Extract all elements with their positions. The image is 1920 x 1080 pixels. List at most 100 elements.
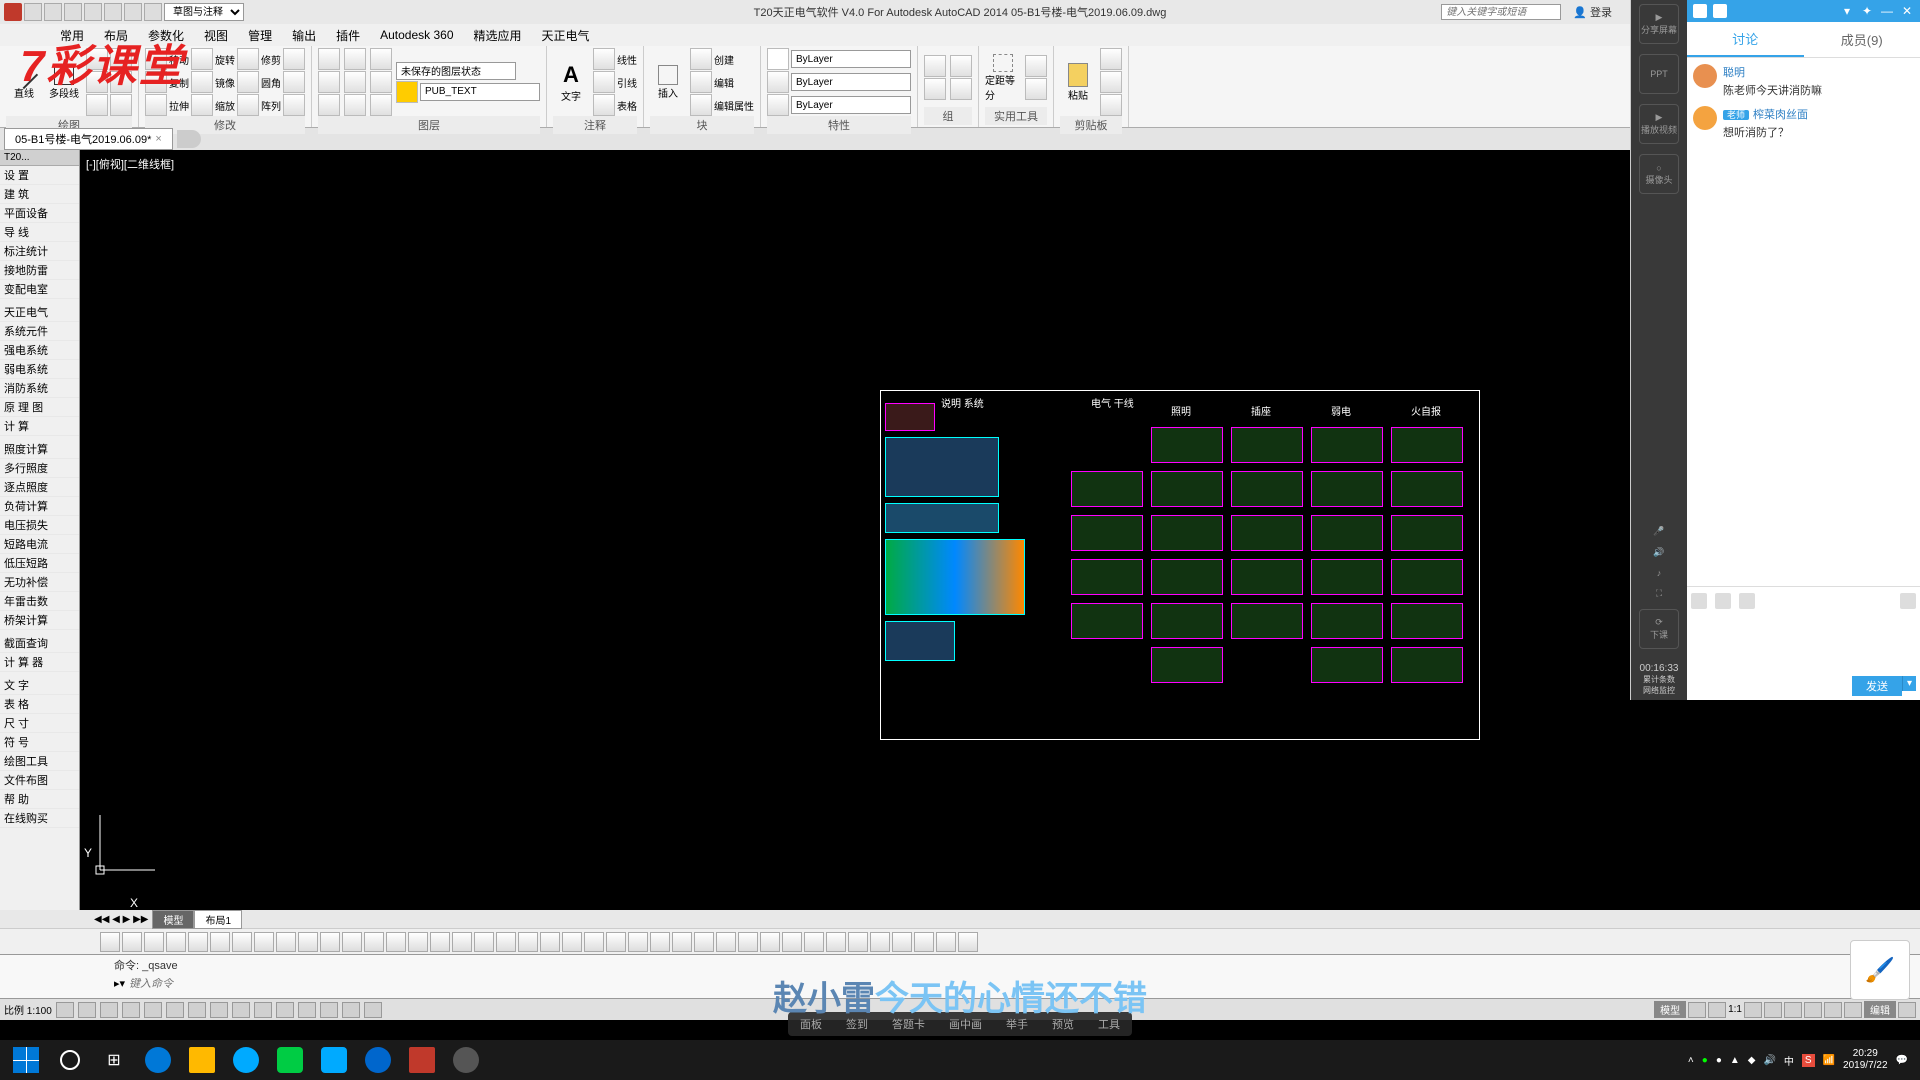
cortana-button[interactable] [48, 1042, 92, 1078]
palette-item[interactable]: 天正电气 [0, 303, 79, 322]
match-props[interactable] [1100, 94, 1122, 116]
palette-item[interactable]: 计 算 器 [0, 653, 79, 672]
status-btn[interactable] [1784, 1002, 1802, 1018]
palette-item[interactable]: 符 号 [0, 733, 79, 752]
app-icon[interactable] [4, 3, 22, 21]
color-select[interactable] [791, 50, 911, 68]
palette-item[interactable]: 设 置 [0, 166, 79, 185]
speaker-icon[interactable]: 🔊 [1653, 547, 1664, 558]
measure-tool[interactable]: 定距等分 [985, 54, 1021, 102]
tool-btn[interactable] [892, 932, 912, 952]
workspace-select[interactable]: 草图与注释 [164, 3, 244, 21]
palette-item[interactable]: 截面查询 [0, 634, 79, 653]
palette-item[interactable]: 逐点照度 [0, 478, 79, 497]
filetab-new[interactable] [177, 130, 201, 148]
edge-icon[interactable] [136, 1042, 180, 1078]
status-scale[interactable]: 比例 1:100 [4, 1002, 52, 1017]
scissors-icon[interactable] [1715, 593, 1731, 609]
tool-btn[interactable] [320, 932, 340, 952]
status-btn[interactable] [1824, 1002, 1842, 1018]
linetype-select[interactable] [791, 96, 911, 114]
palette-item[interactable]: 变配电室 [0, 280, 79, 299]
status-annotscale[interactable]: 1:1 [1728, 1004, 1742, 1015]
tool-btn[interactable] [650, 932, 670, 952]
login-link[interactable]: 👤 登录 [1565, 4, 1620, 20]
layer-iso[interactable] [318, 71, 340, 93]
tool-btn[interactable] [430, 932, 450, 952]
layer-lock[interactable] [344, 71, 366, 93]
layer-select[interactable] [420, 83, 540, 101]
lineweight-select[interactable] [791, 73, 911, 91]
rotate-tool[interactable] [191, 48, 213, 70]
tool-btn[interactable] [760, 932, 780, 952]
tray-ime-icon[interactable]: 中 [1784, 1053, 1794, 1068]
tool-btn[interactable] [628, 932, 648, 952]
edit-attr[interactable] [690, 94, 712, 116]
emoji-icon[interactable] [1691, 593, 1707, 609]
palette-item[interactable]: 年雷击数 [0, 592, 79, 611]
filetab-active[interactable]: 05-B1号楼-电气2019.06.09* × [4, 128, 173, 150]
palette-title[interactable]: T20... [0, 150, 79, 166]
tool-btn[interactable] [870, 932, 890, 952]
tool-btn[interactable] [848, 932, 868, 952]
tool-btn[interactable] [276, 932, 296, 952]
group-btn3[interactable] [950, 55, 972, 77]
palette-item[interactable]: 弱电系统 [0, 360, 79, 379]
app-icon-1[interactable] [224, 1042, 268, 1078]
filetab-close-icon[interactable]: × [155, 133, 161, 145]
stretch-tool[interactable] [145, 94, 167, 116]
point-tool[interactable] [110, 94, 132, 116]
qat-plot[interactable] [104, 3, 122, 21]
cut-tool[interactable] [1100, 48, 1122, 70]
tool-btn[interactable] [694, 932, 714, 952]
avatar[interactable] [1693, 106, 1717, 130]
palette-item[interactable]: 尺 寸 [0, 714, 79, 733]
ime-panel[interactable]: 🖌️ [1850, 940, 1910, 1000]
status-btn[interactable] [232, 1002, 250, 1018]
menu-a360[interactable]: Autodesk 360 [370, 26, 463, 44]
layer-misc3[interactable] [370, 94, 392, 116]
palette-item[interactable]: 帮 助 [0, 790, 79, 809]
autocad-taskbar-icon[interactable] [400, 1042, 444, 1078]
tool-btn[interactable] [584, 932, 604, 952]
status-btn[interactable] [276, 1002, 294, 1018]
erase-tool[interactable] [283, 48, 305, 70]
util-btn1[interactable] [1025, 55, 1047, 77]
tool-btn[interactable] [254, 932, 274, 952]
layer-off[interactable] [318, 94, 340, 116]
infocenter-search[interactable] [1441, 4, 1561, 20]
array-tool[interactable] [237, 94, 259, 116]
palette-item[interactable]: 短路电流 [0, 535, 79, 554]
tool-btn[interactable] [166, 932, 186, 952]
status-btn[interactable] [144, 1002, 162, 1018]
status-btn[interactable] [1844, 1002, 1862, 1018]
chat-textarea[interactable] [1691, 611, 1916, 671]
avatar[interactable] [1693, 64, 1717, 88]
viewport-label[interactable]: [-][俯视][二维线框] [86, 156, 174, 172]
layer-bulb-icon[interactable] [396, 81, 418, 103]
menu-output[interactable]: 输出 [282, 25, 326, 46]
tab-members[interactable]: 成员(9) [1804, 22, 1920, 57]
lw-icon[interactable] [767, 71, 789, 93]
dim-linear[interactable] [593, 48, 615, 70]
layer-misc1[interactable] [370, 48, 392, 70]
mic-icon[interactable]: 🎤 [1653, 526, 1664, 537]
status-btn[interactable] [342, 1002, 360, 1018]
tool-btn[interactable] [738, 932, 758, 952]
text-tool[interactable]: A文字 [553, 58, 589, 106]
palette-item[interactable]: 计 算 [0, 417, 79, 436]
status-btn[interactable] [1688, 1002, 1706, 1018]
tool-btn[interactable] [782, 932, 802, 952]
palette-item[interactable]: 低压短路 [0, 554, 79, 573]
offset-tool[interactable] [283, 94, 305, 116]
tray-icon[interactable]: S [1802, 1054, 1815, 1067]
qat-redo[interactable] [144, 3, 162, 21]
group-btn2[interactable] [924, 78, 946, 100]
palette-item[interactable]: 文件布图 [0, 771, 79, 790]
tray-icon[interactable]: ● [1716, 1055, 1722, 1066]
tool-btn[interactable] [386, 932, 406, 952]
palette-item[interactable]: 原 理 图 [0, 398, 79, 417]
start-button[interactable] [4, 1042, 48, 1078]
fillet-tool[interactable] [237, 71, 259, 93]
lt-icon[interactable] [767, 94, 789, 116]
